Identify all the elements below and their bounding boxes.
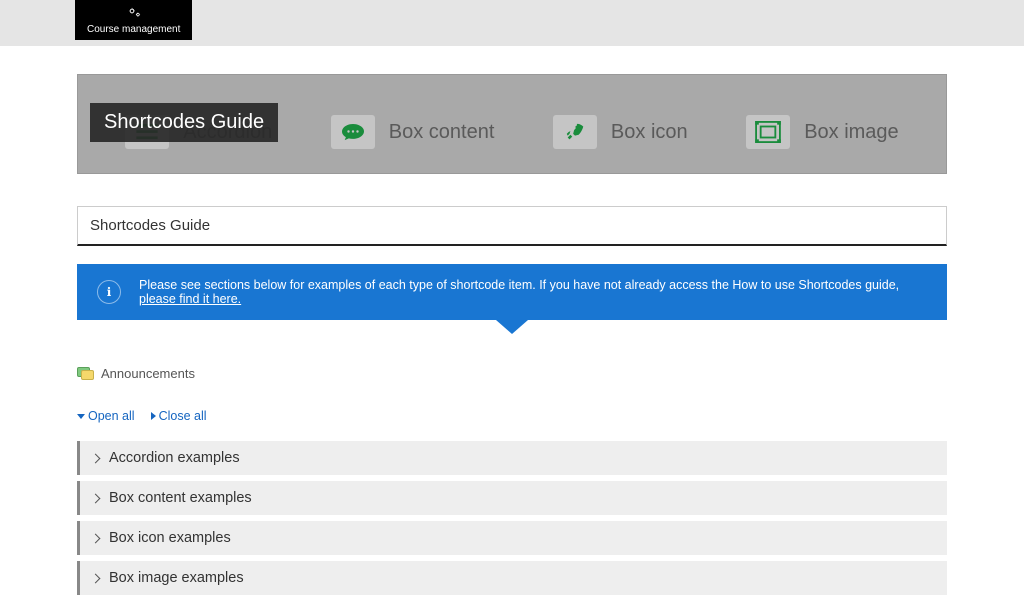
rocket-icon	[553, 115, 597, 149]
info-link[interactable]: please find it here.	[139, 292, 241, 306]
gears-icon	[126, 6, 142, 22]
chevron-right-icon	[91, 533, 101, 543]
section-row-accordion[interactable]: Accordion examples	[77, 441, 947, 475]
caret-down-icon	[77, 414, 85, 419]
topbar: Course management	[0, 0, 1024, 46]
page-title: Shortcodes Guide	[77, 206, 947, 246]
chevron-right-icon	[91, 493, 101, 503]
close-all-button[interactable]: Close all	[151, 409, 207, 423]
chevron-right-icon	[91, 573, 101, 583]
hero-item-label: Box icon	[611, 121, 688, 144]
section-title: Accordion examples	[109, 450, 240, 466]
forum-icon	[77, 367, 95, 381]
info-banner: ℹ Please see sections below for examples…	[77, 264, 947, 320]
section-title: Box icon examples	[109, 530, 231, 546]
section-row-box-icon[interactable]: Box icon examples	[77, 521, 947, 555]
caret-right-icon	[151, 412, 156, 420]
chevron-right-icon	[91, 453, 101, 463]
course-management-button[interactable]: Course management	[75, 0, 192, 40]
comment-icon	[331, 115, 375, 149]
section-row-box-image[interactable]: Box image examples	[77, 561, 947, 595]
section-title: Box content examples	[109, 490, 252, 506]
image-icon	[746, 115, 790, 149]
close-all-label: Close all	[159, 409, 207, 423]
info-text: Please see sections below for examples o…	[139, 278, 927, 306]
section-row-box-content[interactable]: Box content examples	[77, 481, 947, 515]
hero-item-box-image[interactable]: Box image	[746, 115, 899, 149]
hero-item-label: Box image	[804, 121, 899, 144]
info-text-body: Please see sections below for examples o…	[139, 278, 899, 292]
hero-item-label: Box content	[389, 121, 495, 144]
hero-item-box-icon[interactable]: Box icon	[553, 115, 688, 149]
main-content: Shortcodes Guide Accordion Box content B…	[77, 46, 947, 595]
announcements-label: Announcements	[101, 366, 195, 381]
open-all-button[interactable]: Open all	[77, 409, 135, 423]
expand-controls: Open all Close all	[77, 409, 947, 423]
section-title: Box image examples	[109, 570, 244, 586]
hero-item-box-content[interactable]: Box content	[331, 115, 495, 149]
hero-banner: Shortcodes Guide Accordion Box content B…	[77, 74, 947, 174]
info-icon: ℹ	[97, 280, 121, 304]
course-management-label: Course management	[87, 24, 180, 35]
open-all-label: Open all	[88, 409, 135, 423]
hero-title: Shortcodes Guide	[90, 103, 278, 142]
announcements-link[interactable]: Announcements	[77, 366, 947, 381]
sections-list: Accordion examples Box content examples …	[77, 441, 947, 595]
